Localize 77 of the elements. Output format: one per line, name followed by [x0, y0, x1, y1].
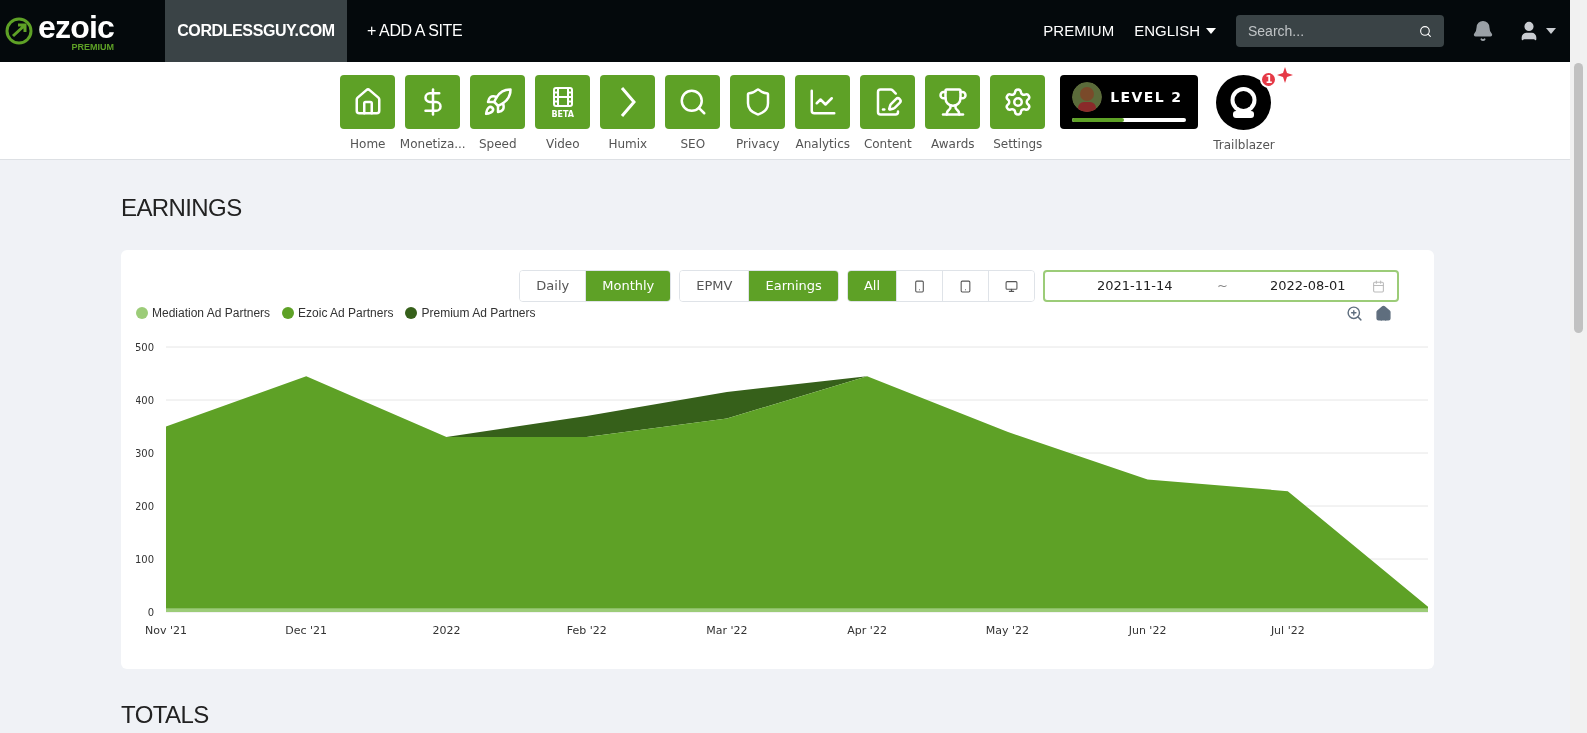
nav-label: Video	[545, 136, 580, 154]
home-icon[interactable]	[1375, 304, 1392, 322]
astronaut-icon[interactable]	[1216, 75, 1272, 131]
start-date: 2021-11-14	[1097, 277, 1174, 296]
legend-label[interactable]: Mediation Ad Partners	[152, 304, 271, 322]
nav-tile[interactable]	[730, 75, 786, 130]
notification-badge: 1	[1260, 71, 1278, 89]
chevron-icon	[619, 87, 636, 118]
premium-link[interactable]: PREMIUM	[1043, 19, 1115, 43]
nav-label: Privacy	[736, 136, 780, 154]
section-title: EARNINGS	[121, 193, 243, 223]
nav-tile[interactable]	[470, 75, 526, 130]
nav-label: Content	[863, 136, 912, 154]
toggle-option[interactable]	[988, 271, 1034, 301]
range-separator: ~	[1217, 277, 1228, 296]
monitor-icon	[1005, 279, 1018, 293]
x-axis-label: Jun '22	[1128, 624, 1167, 637]
nav-tile[interactable]	[795, 75, 851, 130]
calendar-icon	[1372, 279, 1385, 293]
rocket-icon	[482, 87, 513, 118]
level-card[interactable]: LEVEL 2	[1060, 75, 1199, 130]
nav-label: Home	[350, 136, 386, 154]
logo-subtitle: PREMIUM	[71, 42, 115, 52]
tablet-icon	[959, 279, 972, 293]
nav-label: SEO	[680, 136, 706, 154]
nav-label: Speed	[478, 136, 517, 154]
section-title: TOTALS	[121, 700, 210, 730]
nav-label: Monetiza...	[399, 136, 466, 154]
site-tab[interactable]: + ADD A SITE	[347, 0, 483, 63]
nav-tile[interactable]	[925, 75, 981, 130]
trophy-icon	[937, 87, 968, 118]
search-field[interactable]: Search...	[1236, 15, 1444, 48]
scrollbar[interactable]	[1570, 0, 1587, 733]
sparkle-icon	[1277, 67, 1294, 84]
x-axis-label: 2022	[432, 624, 461, 637]
bell-icon[interactable]	[1472, 20, 1494, 43]
legend-label[interactable]: Premium Ad Partners	[421, 304, 536, 322]
caret-icon	[1546, 28, 1556, 35]
level-label: LEVEL 2	[1110, 87, 1183, 107]
zoom-icon[interactable]	[1346, 304, 1363, 322]
legend-label[interactable]: Ezoic Ad Partners	[298, 304, 394, 322]
date-range-field[interactable]: 2021-11-14 ~ 2022-08-01	[1043, 270, 1399, 302]
y-axis-label: 400	[136, 395, 154, 406]
x-axis-label: Apr '22	[847, 624, 887, 637]
nav-label: Settings	[993, 136, 1043, 154]
nav-label: Humix	[608, 136, 648, 154]
y-axis-label: 100	[136, 554, 154, 565]
logo-icon	[4, 16, 34, 47]
language-dropdown[interactable]: ENGLISH	[1134, 19, 1216, 43]
logo-text: ezoic	[38, 10, 115, 43]
y-axis-label: 0	[147, 607, 154, 618]
x-axis-label: May '22	[985, 624, 1029, 637]
phone-icon	[913, 279, 926, 293]
x-axis-label: Mar '22	[706, 624, 748, 637]
nav-label: Analytics	[795, 136, 850, 154]
settings-icon	[1002, 87, 1033, 118]
nav-label: Awards	[931, 136, 975, 154]
site-tab[interactable]: CORDLESSGUY.COM	[165, 0, 347, 63]
house-icon	[352, 87, 383, 118]
nav-tile[interactable]	[340, 75, 396, 130]
y-axis-label: 300	[136, 448, 154, 459]
search-icon	[1419, 25, 1432, 39]
y-axis-label: 500	[136, 342, 154, 353]
caret-icon	[1206, 28, 1216, 35]
nav-tile[interactable]	[990, 75, 1046, 130]
x-axis-label: Nov '21	[145, 624, 187, 637]
end-date: 2022-08-01	[1269, 277, 1346, 296]
x-axis-label: Dec '21	[285, 624, 328, 637]
y-axis-label: 200	[136, 501, 154, 512]
nav-tile[interactable]	[405, 75, 461, 130]
nav-tile[interactable]	[600, 75, 656, 130]
film-icon	[550, 85, 575, 110]
x-axis-label: Jul '22	[1270, 624, 1305, 637]
nav-tile[interactable]	[860, 75, 916, 130]
nav-label: Trailblazer	[1213, 137, 1275, 155]
x-axis-label: Feb '22	[566, 624, 607, 637]
nav-tile[interactable]	[665, 75, 721, 130]
